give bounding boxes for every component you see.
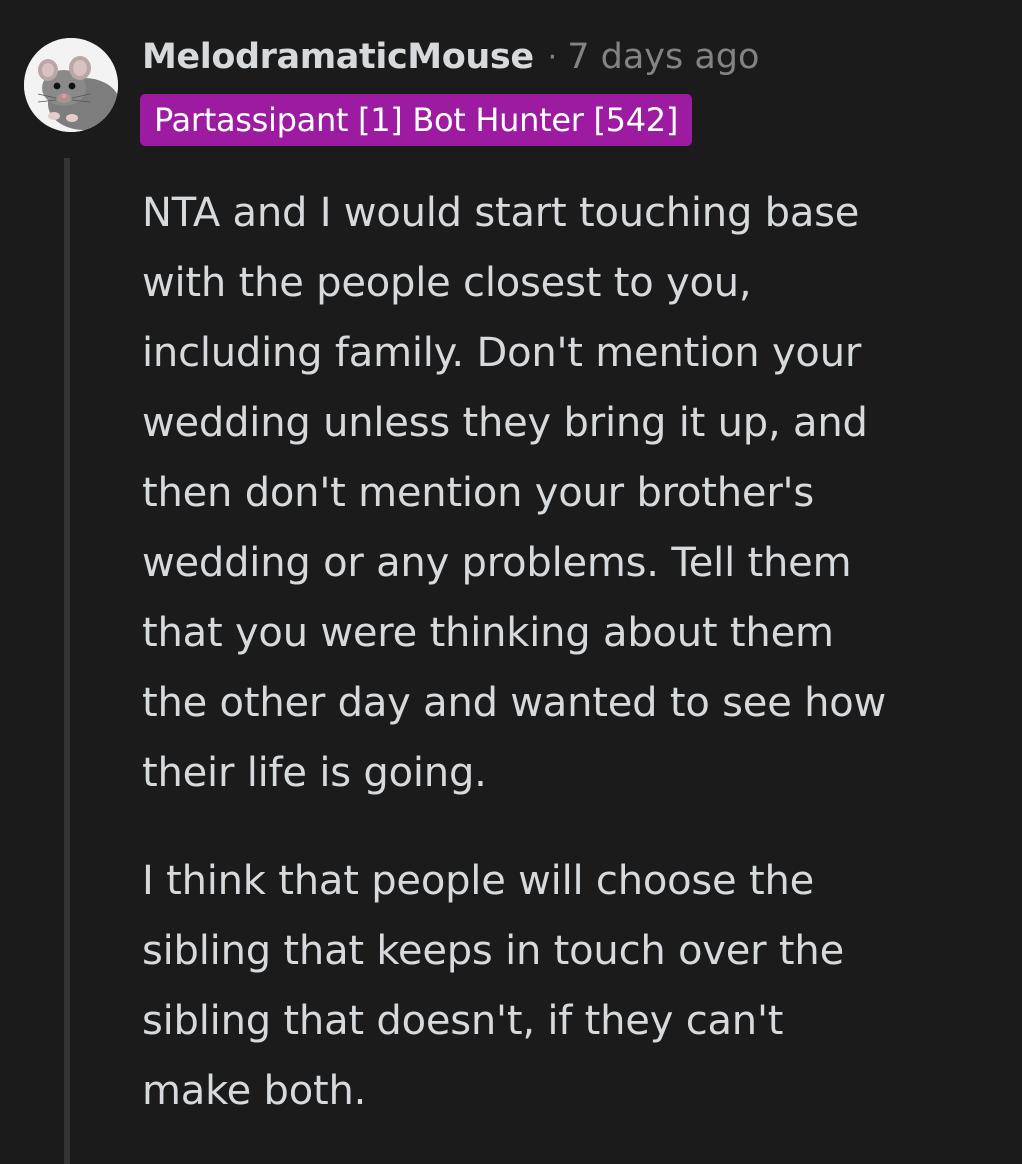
timestamp[interactable]: 7 days ago bbox=[567, 37, 759, 77]
text-line: sibling that keeps in touch over the bbox=[142, 928, 844, 974]
user-flair: Partassipant [1] Bot Hunter [542] bbox=[140, 94, 693, 146]
text-line: wedding or any problems. Tell them bbox=[142, 540, 852, 586]
text-line: NTA and I would start touching base bbox=[142, 190, 860, 236]
text-line: the other day and wanted to see how bbox=[142, 680, 887, 726]
comment: MelodramaticMouse · 7 days ago Partassip… bbox=[0, 0, 1022, 1164]
meta-separator: · bbox=[547, 39, 558, 75]
text-line: wedding unless they bring it up, and bbox=[142, 400, 868, 446]
text-line: make both. bbox=[142, 1068, 367, 1114]
text-line: then don't mention your brother's bbox=[142, 470, 814, 516]
text-line: sibling that doesn't, if they can't bbox=[142, 998, 784, 1044]
username-link[interactable]: MelodramaticMouse bbox=[142, 37, 534, 77]
text-line: that you were thinking about them bbox=[142, 610, 834, 656]
text-line: I think that people will choose the bbox=[142, 858, 815, 904]
rat-avatar-icon bbox=[24, 38, 118, 132]
text-line: with the people closest to you, bbox=[142, 260, 752, 306]
text-line: their life is going. bbox=[142, 750, 487, 796]
comment-paragraph: NTA and I would start touching base with… bbox=[142, 178, 1002, 808]
text-line: including family. Don't mention your bbox=[142, 330, 862, 376]
comment-body: NTA and I would start touching base with… bbox=[142, 178, 1002, 1126]
thread-collapse-line[interactable] bbox=[64, 158, 70, 1164]
user-avatar[interactable] bbox=[24, 38, 118, 132]
comment-paragraph: I think that people will choose the sibl… bbox=[142, 846, 1002, 1126]
comment-meta: MelodramaticMouse · 7 days ago bbox=[142, 32, 759, 82]
